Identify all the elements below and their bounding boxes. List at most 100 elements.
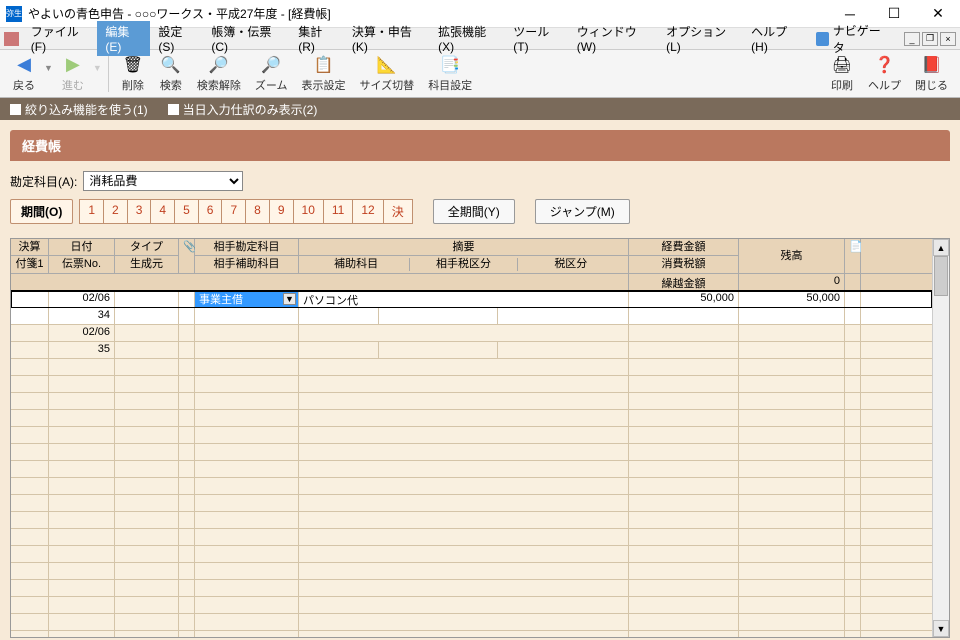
table-cell[interactable] xyxy=(49,563,115,579)
table-cell[interactable] xyxy=(629,393,739,409)
table-cell[interactable] xyxy=(845,342,861,358)
table-cell[interactable] xyxy=(195,529,299,545)
table-cell[interactable] xyxy=(299,597,629,613)
table-cell[interactable] xyxy=(299,308,629,324)
jump-button[interactable]: ジャンプ(M) xyxy=(535,199,630,224)
table-cell[interactable] xyxy=(845,444,861,460)
header-zandaka[interactable]: 残高 xyxy=(739,239,844,273)
table-cell[interactable] xyxy=(11,393,49,409)
table-cell[interactable] xyxy=(629,325,739,341)
table-cell[interactable] xyxy=(845,580,861,596)
table-cell[interactable] xyxy=(629,427,739,443)
table-cell[interactable] xyxy=(629,444,739,460)
table-cell[interactable] xyxy=(49,529,115,545)
table-cell[interactable]: パソコン代 xyxy=(299,291,629,307)
table-row[interactable] xyxy=(11,444,932,461)
table-cell[interactable] xyxy=(11,631,49,637)
table-cell[interactable] xyxy=(845,478,861,494)
table-cell[interactable] xyxy=(629,512,739,528)
table-cell[interactable] xyxy=(845,291,861,307)
table-cell[interactable] xyxy=(49,495,115,511)
table-cell[interactable] xyxy=(845,563,861,579)
header-hojo[interactable]: 補助科目 xyxy=(303,258,410,271)
table-cell[interactable] xyxy=(49,631,115,637)
table-cell[interactable] xyxy=(11,597,49,613)
header-flag[interactable]: 📄 xyxy=(845,239,860,273)
table-cell[interactable] xyxy=(299,580,629,596)
navigator-button[interactable]: ナビゲータ xyxy=(808,20,896,58)
table-cell[interactable] xyxy=(629,308,739,324)
table-cell[interactable] xyxy=(195,512,299,528)
table-cell[interactable] xyxy=(11,563,49,579)
table-cell[interactable]: 50,000 xyxy=(739,291,845,307)
month-tab-1[interactable]: 1 xyxy=(79,199,104,224)
table-cell[interactable] xyxy=(115,342,179,358)
table-cell[interactable] xyxy=(179,444,195,460)
table-cell[interactable] xyxy=(11,461,49,477)
table-cell[interactable] xyxy=(195,631,299,637)
table-cell[interactable] xyxy=(179,393,195,409)
table-cell[interactable] xyxy=(739,495,845,511)
table-row[interactable] xyxy=(11,529,932,546)
table-cell[interactable] xyxy=(11,410,49,426)
table-cell[interactable] xyxy=(845,631,861,637)
table-cell[interactable] xyxy=(179,359,195,375)
table-cell[interactable] xyxy=(739,427,845,443)
table-cell[interactable] xyxy=(299,410,629,426)
dropdown-arrow-icon[interactable]: ▼ xyxy=(283,293,296,305)
table-cell[interactable] xyxy=(49,461,115,477)
table-cell[interactable] xyxy=(845,614,861,630)
table-cell[interactable] xyxy=(195,461,299,477)
forward-dropdown-icon[interactable]: ▼ xyxy=(93,63,102,73)
table-cell[interactable] xyxy=(629,580,739,596)
table-cell[interactable] xyxy=(845,427,861,443)
table-cell[interactable] xyxy=(195,597,299,613)
table-cell[interactable] xyxy=(115,580,179,596)
table-cell[interactable] xyxy=(299,529,629,545)
table-cell[interactable] xyxy=(299,342,629,358)
table-cell[interactable] xyxy=(49,614,115,630)
table-cell[interactable] xyxy=(299,342,379,358)
menu-help[interactable]: ヘルプ(H) xyxy=(743,21,808,56)
header-type[interactable]: タイプ xyxy=(115,239,178,256)
header-aite-kanjo[interactable]: 相手勘定科目 xyxy=(195,239,298,256)
print-button[interactable]: 🖨 印刷 xyxy=(824,53,860,95)
subject-settings-button[interactable]: 📑 科目設定 xyxy=(422,53,478,95)
table-cell[interactable] xyxy=(299,427,629,443)
table-cell[interactable] xyxy=(299,376,629,392)
table-cell[interactable] xyxy=(629,529,739,545)
table-cell[interactable] xyxy=(629,614,739,630)
table-cell[interactable] xyxy=(179,410,195,426)
delete-button[interactable]: 🗑 削除 xyxy=(115,53,151,95)
table-cell[interactable] xyxy=(845,597,861,613)
narrow-filter-checkbox[interactable]: 絞り込み機能を使う(1) xyxy=(10,101,148,118)
table-cell[interactable] xyxy=(379,308,499,324)
table-cell[interactable] xyxy=(629,359,739,375)
table-cell[interactable] xyxy=(195,308,299,324)
header-kessan[interactable]: 決算 xyxy=(11,239,48,256)
table-cell[interactable] xyxy=(179,461,195,477)
table-cell[interactable] xyxy=(739,529,845,545)
table-row[interactable] xyxy=(11,427,932,444)
table-row[interactable] xyxy=(11,376,932,393)
table-cell[interactable] xyxy=(299,478,629,494)
help-button[interactable]: ❓ ヘルプ xyxy=(862,53,907,95)
table-cell[interactable] xyxy=(498,342,628,358)
header-keihi[interactable]: 経費金額 xyxy=(629,239,738,256)
table-cell[interactable] xyxy=(739,342,845,358)
table-cell[interactable]: 50,000 xyxy=(629,291,739,307)
table-cell[interactable] xyxy=(299,308,379,324)
size-toggle-button[interactable]: 📐 サイズ切替 xyxy=(354,53,421,95)
zoom-button[interactable]: 🔎 ズーム xyxy=(249,53,294,95)
table-cell[interactable] xyxy=(629,546,739,562)
month-tab-6[interactable]: 6 xyxy=(199,199,223,224)
table-cell[interactable] xyxy=(49,478,115,494)
table-cell[interactable] xyxy=(179,529,195,545)
table-row[interactable]: 02/06事業主借▼パソコン代50,00050,000 xyxy=(11,291,932,308)
table-cell[interactable] xyxy=(629,563,739,579)
clear-search-button[interactable]: 🔎 検索解除 xyxy=(191,53,247,95)
table-cell[interactable] xyxy=(739,376,845,392)
header-date[interactable]: 日付 xyxy=(49,239,114,256)
table-cell[interactable] xyxy=(179,614,195,630)
table-cell[interactable] xyxy=(498,308,628,324)
